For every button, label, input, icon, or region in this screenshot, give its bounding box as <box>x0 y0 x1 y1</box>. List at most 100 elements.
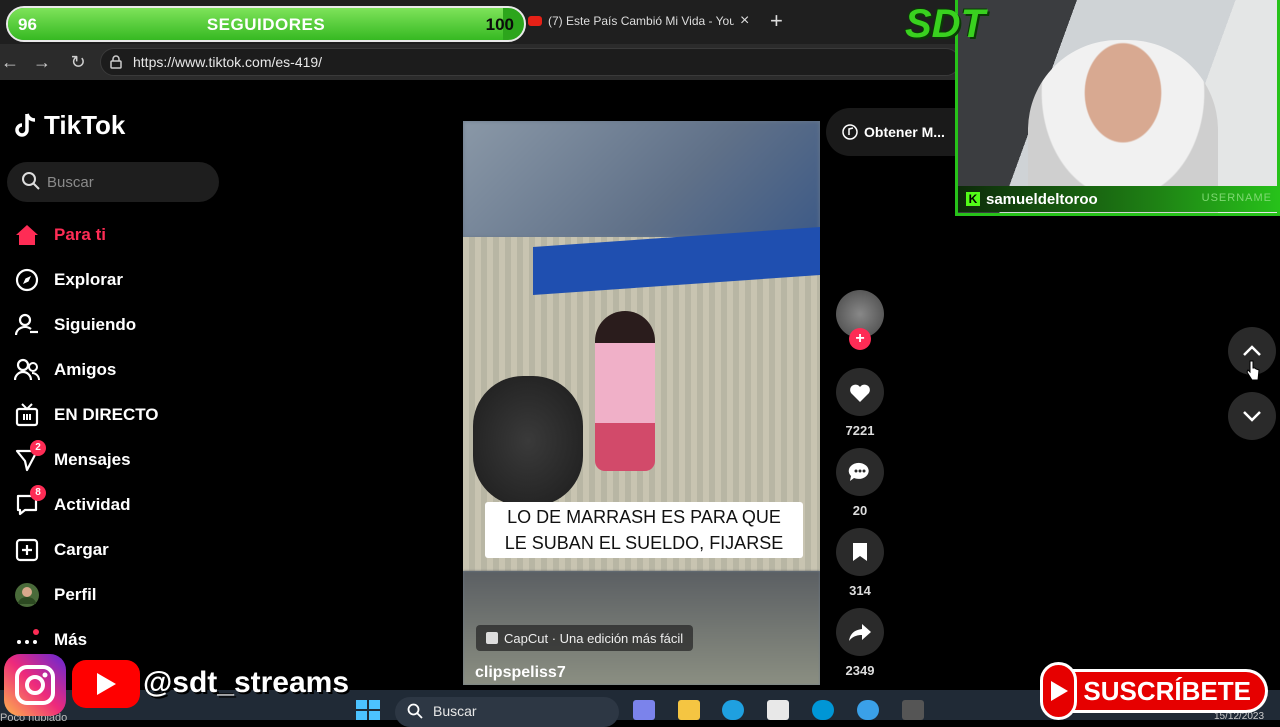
notification-badge: 2 <box>30 440 46 456</box>
capcut-tag[interactable]: CapCut · Una edición más fácil <box>476 625 694 651</box>
youtube-icon <box>528 16 542 26</box>
follow-button[interactable]: + <box>849 328 871 350</box>
forward-button[interactable]: → <box>32 52 52 72</box>
folder-icon[interactable] <box>678 700 700 720</box>
get-app-button[interactable]: Obtener M... <box>826 108 960 156</box>
sidebar-item-mensajes[interactable]: 2 Mensajes <box>14 440 131 473</box>
capcut-label: CapCut · Una edición más fácil <box>504 630 684 646</box>
streamer-username: samueldeltoroo <box>986 190 1098 208</box>
sidebar-item-label: Siguiendo <box>54 315 137 334</box>
url-text: https://www.tiktok.com/es-419/ <box>133 54 323 70</box>
music-icon <box>842 124 858 140</box>
taskbar-search-label: Buscar <box>433 703 477 719</box>
kick-icon: K <box>966 192 980 206</box>
video-blurred-top <box>463 121 820 237</box>
close-tab-icon[interactable]: × <box>740 12 749 30</box>
teams-icon[interactable] <box>633 700 655 720</box>
goal-label: SEGUIDORES <box>206 15 326 34</box>
sidebar-item-label: Explorar <box>54 270 123 289</box>
messages-icon: 2 <box>14 440 46 473</box>
sidebar-item-perfil[interactable]: Perfil <box>14 582 97 608</box>
sidebar-item-label: Perfil <box>54 585 97 604</box>
webcam-name-bar: K samueldeltoroo USERNAME <box>958 186 1280 212</box>
capcut-icon <box>486 632 498 644</box>
tiktok-logo[interactable]: TikTok <box>14 110 125 141</box>
caption-line-2: LE SUBAN EL SUELDO, FIJARSE <box>504 533 784 553</box>
video-figure-dark <box>473 376 583 506</box>
taskbar-search[interactable]: Buscar <box>395 697 619 727</box>
activity-icon: 8 <box>14 485 46 518</box>
app-icon-2[interactable] <box>902 700 924 720</box>
goal-current: 96 <box>18 15 37 34</box>
save-count: 314 <box>849 583 871 598</box>
search-icon <box>407 703 423 719</box>
like-count: 7221 <box>845 423 875 438</box>
lock-icon <box>110 55 122 69</box>
sidebar-item-label: Más <box>54 630 88 649</box>
chevron-up-icon <box>1243 345 1261 356</box>
browser-tab-youtube[interactable]: (7) Este País Cambió Mi Vida - You × <box>528 6 760 36</box>
sidebar-item-label: Amigos <box>54 360 117 379</box>
search-icon <box>22 172 40 190</box>
sidebar-item-cargar[interactable]: Cargar <box>14 537 109 563</box>
share-button[interactable] <box>836 608 884 656</box>
sidebar-item-actividad[interactable]: 8 Actividad <box>14 485 131 518</box>
next-video-button[interactable] <box>1228 392 1276 440</box>
search-input[interactable]: Buscar <box>7 162 219 202</box>
sidebar-item-label: Para ti <box>54 225 106 244</box>
notification-badge: 8 <box>30 485 46 501</box>
sidebar-item-en-directo[interactable]: EN DIRECTO <box>14 402 159 428</box>
sidebar-item-label: EN DIRECTO <box>54 405 159 424</box>
avatar <box>14 582 40 608</box>
social-handle: @sdt_streams <box>143 666 350 699</box>
instagram-icon <box>4 654 66 716</box>
share-icon <box>849 624 871 641</box>
hp-icon[interactable] <box>812 700 834 720</box>
play-icon <box>1040 662 1078 720</box>
comment-button[interactable] <box>836 448 884 496</box>
sidebar-item-para-ti[interactable]: Para ti <box>14 222 106 248</box>
sidebar-item-label: Actividad <box>54 495 131 514</box>
edge-icon[interactable] <box>722 700 744 720</box>
chevron-down-icon <box>1243 411 1261 422</box>
upload-icon <box>14 537 40 563</box>
app-icon[interactable] <box>857 700 879 720</box>
sidebar-item-más[interactable]: Más <box>14 627 87 653</box>
video-author[interactable]: clipspeliss7 <box>475 664 566 682</box>
new-tab-button[interactable]: + <box>770 8 783 34</box>
tiktok-wordmark: TikTok <box>44 110 126 140</box>
heart-icon <box>850 384 870 402</box>
sidebar-item-label: Cargar <box>54 540 109 559</box>
subscribe-banner: SUSCRÍBETE <box>1040 662 1268 720</box>
home-icon <box>14 222 40 248</box>
sdt-logo: SDT <box>905 2 985 46</box>
more-icon <box>14 627 40 653</box>
sidebar-item-siguiendo[interactable]: Siguiendo <box>14 312 136 338</box>
compass-icon <box>14 267 40 293</box>
windows-start-icon[interactable] <box>356 700 380 720</box>
back-button[interactable]: ← <box>0 52 20 72</box>
video-caption: LO DE MARRASH ES PARA QUE LE SUBAN EL SU… <box>485 502 803 558</box>
comment-icon <box>848 462 869 481</box>
bookmark-icon <box>853 543 867 561</box>
video-figure-pink <box>595 311 655 471</box>
caption-line-1: LO DE MARRASH ES PARA QUE <box>507 507 781 527</box>
store-icon[interactable] <box>767 700 789 720</box>
following-icon <box>14 312 40 338</box>
tab-title: (7) Este País Cambió Mi Vida - You <box>548 14 734 28</box>
username-tag: USERNAME <box>1201 192 1272 204</box>
goal-target: 100 <box>485 15 514 34</box>
webcam-overlay <box>955 0 1280 216</box>
video-player[interactable] <box>463 121 820 685</box>
like-button[interactable] <box>836 368 884 416</box>
youtube-logo-icon <box>72 660 140 708</box>
sidebar-item-amigos[interactable]: Amigos <box>14 357 116 383</box>
share-count: 2349 <box>845 663 875 678</box>
search-placeholder: Buscar <box>47 174 94 191</box>
sidebar-item-explorar[interactable]: Explorar <box>14 267 123 293</box>
tiktok-icon <box>15 112 36 137</box>
save-button[interactable] <box>836 528 884 576</box>
subscribe-label: SUSCRÍBETE <box>1065 669 1268 713</box>
reload-button[interactable]: ↻ <box>68 52 88 72</box>
follower-goal-bar: SEGUIDORES 96 100 <box>6 6 526 42</box>
